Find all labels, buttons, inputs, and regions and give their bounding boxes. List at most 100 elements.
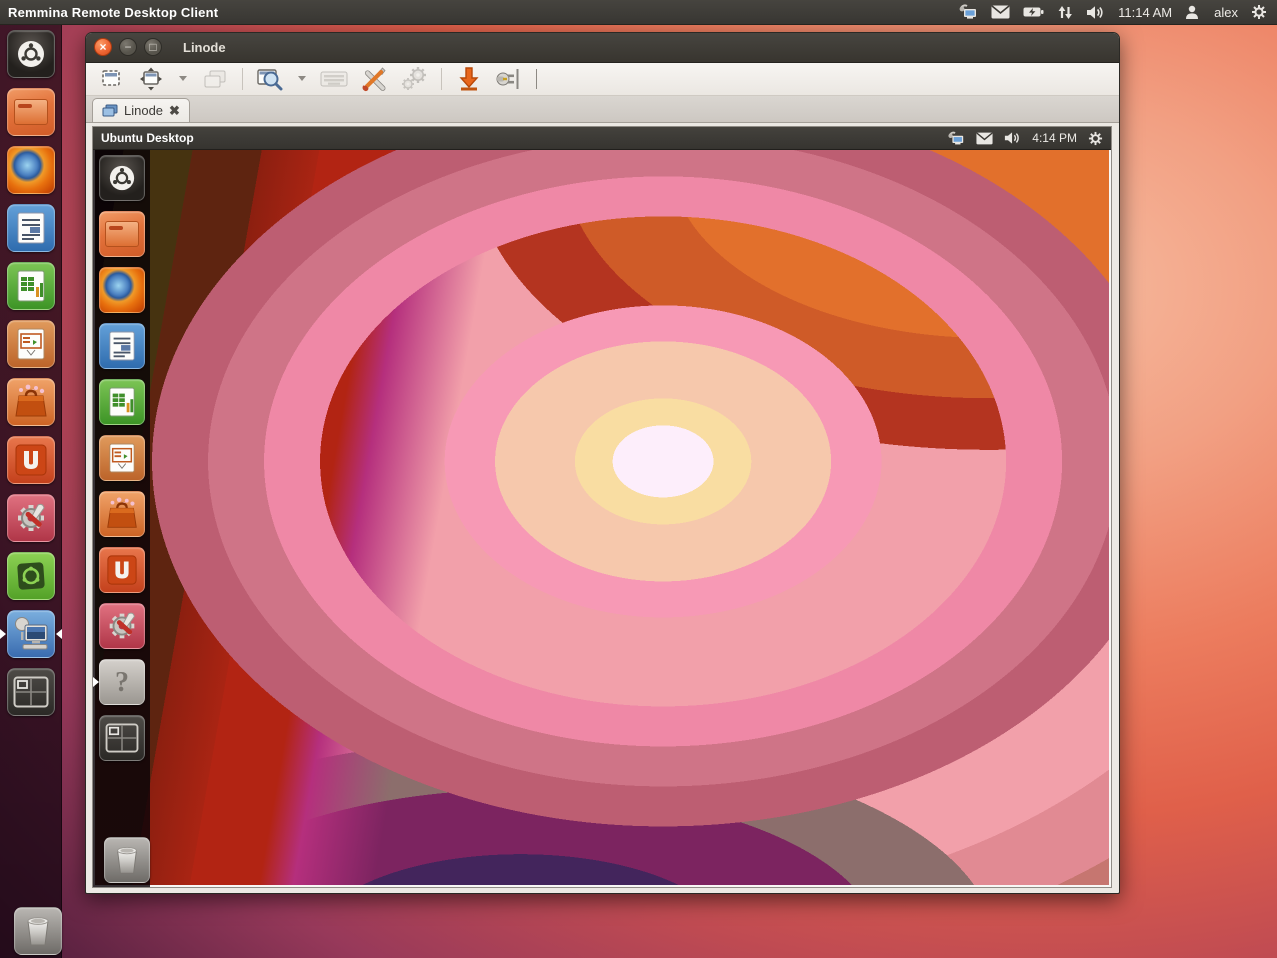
libreoffice-calc-icon — [99, 379, 145, 425]
launcher-item-writer[interactable] — [0, 204, 62, 252]
active-app-title: Remmina Remote Desktop Client — [0, 5, 218, 20]
window-title: Linode — [183, 40, 226, 55]
grab-keyboard-button[interactable] — [319, 66, 349, 92]
remote-launcher-item-impress[interactable] — [93, 435, 150, 481]
volume-icon[interactable] — [1086, 5, 1105, 20]
focused-indicator-arrow — [93, 677, 99, 687]
session-gear-icon[interactable] — [1088, 131, 1103, 146]
focused-indicator-arrow — [56, 629, 62, 639]
libreoffice-impress-icon — [99, 435, 145, 481]
launcher-item-dash[interactable] — [0, 30, 62, 78]
remote-launcher-item-system-settings[interactable] — [93, 603, 150, 649]
mail-icon[interactable] — [976, 132, 993, 145]
libreoffice-calc-icon — [7, 262, 55, 310]
tab-label: Linode — [124, 103, 163, 118]
desktop: Remmina Remote Desktop Client 11:14 AM a — [0, 0, 1277, 958]
tab-close-icon[interactable]: ✖ — [169, 103, 180, 119]
workspace-switcher-icon — [7, 668, 55, 716]
ubuntu-software-center-icon — [99, 491, 145, 537]
libreoffice-writer-icon — [7, 204, 55, 252]
ubuntu-dash-icon — [7, 30, 55, 78]
remote-connection-icon[interactable] — [958, 4, 978, 20]
home-folder-icon — [99, 211, 145, 257]
window-maximize-button[interactable]: □ — [144, 38, 162, 56]
remote-connection-icon[interactable] — [947, 131, 965, 146]
trash-icon — [104, 837, 150, 883]
remote-menubar-title[interactable]: Ubuntu Desktop — [93, 131, 194, 145]
remmina-toolbar — [86, 63, 1119, 97]
tab-bar: Linode ✖ — [86, 96, 1119, 123]
preferences-tools-button[interactable] — [359, 66, 389, 92]
launcher-item-software-center[interactable] — [0, 378, 62, 426]
tab-monitor-icon — [102, 104, 118, 117]
remote-clock[interactable]: 4:14 PM — [1032, 131, 1077, 145]
battery-icon[interactable] — [1023, 6, 1044, 18]
remmina-icon — [7, 610, 55, 658]
scaled-mode-menu-caret[interactable] — [295, 66, 309, 92]
user-icon[interactable] — [1185, 5, 1199, 20]
remote-launcher-item-ubuntu-one[interactable] — [93, 547, 150, 593]
scaled-mode-button[interactable] — [255, 66, 285, 92]
bandwidth-icon[interactable] — [1057, 5, 1073, 20]
window-titlebar[interactable]: × − □ Linode — [86, 33, 1119, 63]
home-folder-icon — [7, 88, 55, 136]
remote-launcher-item-help[interactable]: ? — [93, 659, 150, 705]
toolbar-separator — [242, 68, 243, 90]
system-settings-icon — [7, 494, 55, 542]
minimize-window-button[interactable] — [454, 66, 484, 92]
remote-launcher-item-writer[interactable] — [93, 323, 150, 369]
launcher-item-ubuntu-one[interactable] — [0, 436, 62, 484]
session-gear-icon[interactable] — [1251, 4, 1267, 20]
window-minimize-button[interactable]: − — [119, 38, 137, 56]
remote-top-panel[interactable]: Ubuntu Desktop 4:14 PM — [93, 127, 1111, 150]
username-label[interactable]: alex — [1214, 5, 1238, 20]
launcher-item-firefox[interactable] — [0, 146, 62, 194]
viewport-frame: Ubuntu Desktop 4:14 PM — [86, 123, 1119, 893]
launcher-item-impress[interactable] — [0, 320, 62, 368]
remote-launcher-item-workspace-switcher[interactable] — [93, 715, 150, 761]
firefox-icon — [99, 267, 145, 313]
launcher-item-files[interactable] — [0, 88, 62, 136]
gears-button[interactable] — [399, 66, 429, 92]
firefox-icon — [7, 146, 55, 194]
launcher-item-ubuntu-software[interactable] — [0, 552, 62, 600]
remote-launcher-item-files[interactable] — [93, 211, 150, 257]
switch-page-button[interactable] — [200, 66, 230, 92]
trash-icon — [14, 907, 62, 955]
host-clock[interactable]: 11:14 AM — [1118, 5, 1172, 20]
system-settings-icon — [99, 603, 145, 649]
toolbar-separator — [441, 68, 442, 90]
ubuntu-one-icon — [7, 436, 55, 484]
workspace-switcher-icon — [99, 715, 145, 761]
fit-window-menu-caret[interactable] — [176, 66, 190, 92]
remmina-window: × − □ Linode — [85, 32, 1120, 894]
launcher-item-workspace-switcher[interactable] — [0, 668, 62, 716]
mail-icon[interactable] — [991, 5, 1010, 19]
remote-launcher-item-firefox[interactable] — [93, 267, 150, 313]
remote-unity-launcher[interactable]: ? — [93, 150, 150, 888]
fullscreen-button[interactable] — [96, 66, 126, 92]
launcher-item-trash[interactable] — [7, 907, 69, 955]
svg-text:?: ? — [115, 667, 129, 698]
remote-indicator-tray: 4:14 PM — [947, 131, 1111, 146]
help-icon: ? — [99, 659, 145, 705]
launcher-item-calc[interactable] — [0, 262, 62, 310]
libreoffice-impress-icon — [7, 320, 55, 368]
running-indicator-arrow — [0, 629, 6, 639]
fit-window-button[interactable] — [136, 66, 166, 92]
tab-linode[interactable]: Linode ✖ — [92, 98, 190, 122]
window-close-button[interactable]: × — [94, 38, 112, 56]
volume-icon[interactable] — [1004, 131, 1021, 145]
remote-launcher-item-software-center[interactable] — [93, 491, 150, 537]
remote-desktop-viewport[interactable]: Ubuntu Desktop 4:14 PM — [92, 126, 1112, 888]
ubuntu-one-icon — [99, 547, 145, 593]
toolbar-end-separator — [536, 69, 537, 89]
ubuntu-dash-icon — [99, 155, 145, 201]
ubuntu-software-center-icon — [7, 378, 55, 426]
launcher-item-remmina[interactable] — [0, 610, 62, 658]
disconnect-plug-button[interactable] — [494, 66, 524, 92]
remote-launcher-item-dash[interactable] — [93, 155, 150, 201]
remote-launcher-item-trash[interactable] — [98, 837, 155, 883]
launcher-item-system-settings[interactable] — [0, 494, 62, 542]
remote-launcher-item-calc[interactable] — [93, 379, 150, 425]
